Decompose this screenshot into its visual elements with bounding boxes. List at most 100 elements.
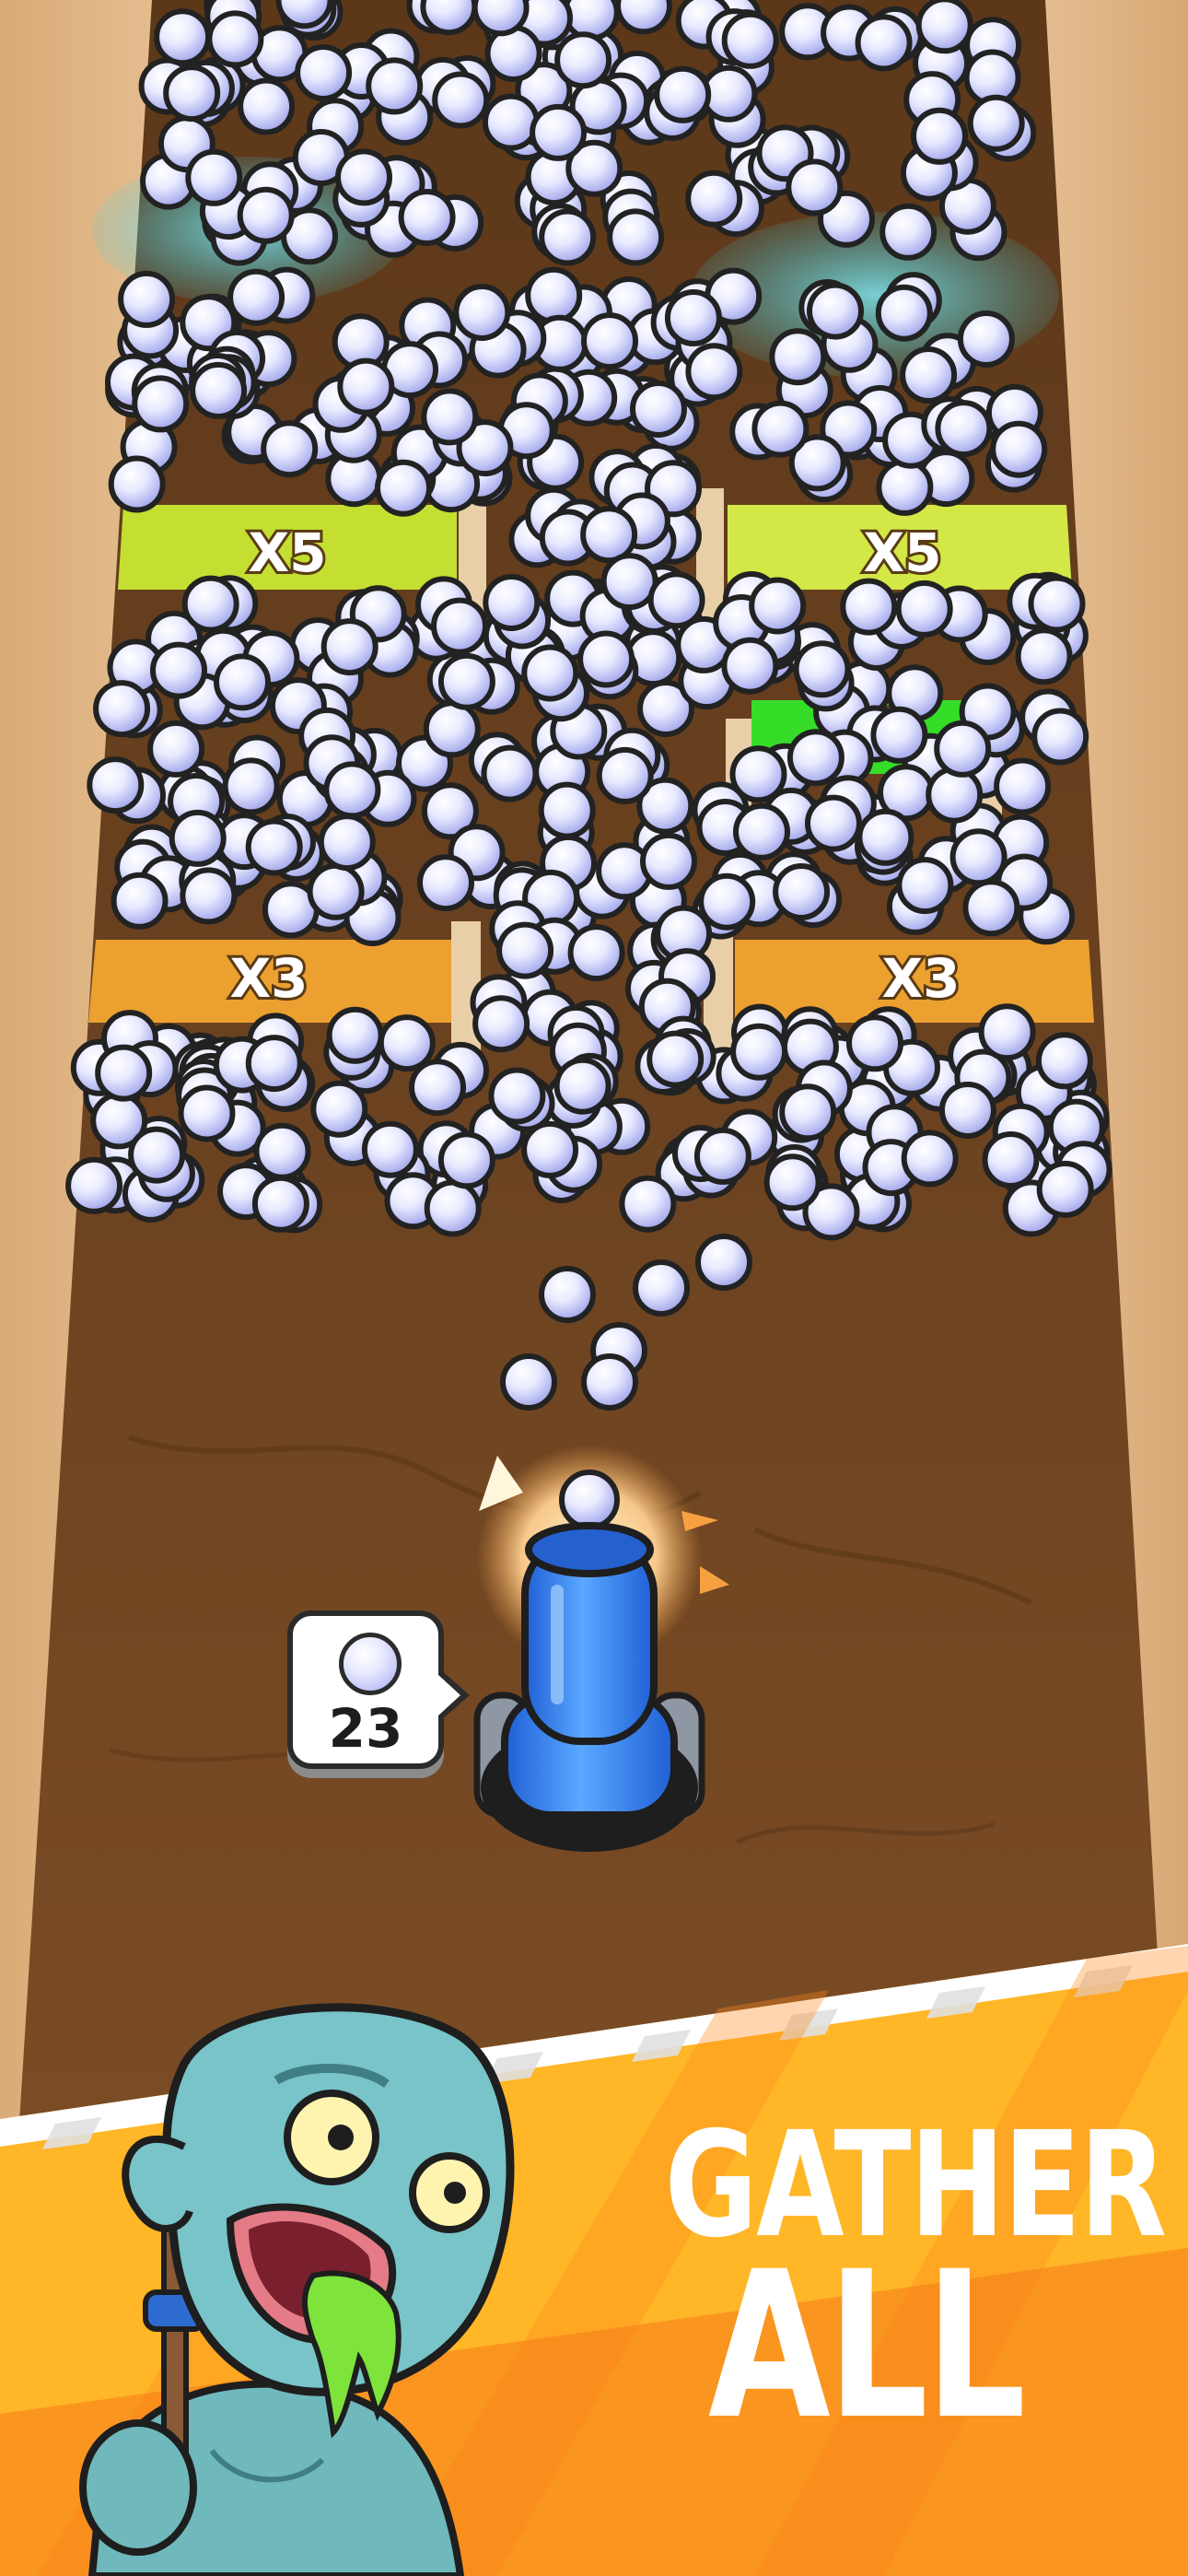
ball bbox=[361, 1120, 419, 1178]
ball-count: 23 bbox=[328, 1697, 403, 1760]
ball bbox=[245, 818, 303, 876]
ball bbox=[600, 553, 658, 611]
ball bbox=[261, 420, 319, 478]
ball bbox=[472, 995, 530, 1053]
ball bbox=[128, 1126, 186, 1184]
ball bbox=[424, 1179, 482, 1237]
ball bbox=[1028, 575, 1086, 633]
ball bbox=[111, 872, 169, 930]
ball bbox=[409, 1059, 466, 1117]
ball bbox=[431, 597, 488, 655]
ball bbox=[896, 857, 954, 915]
promo-headline: GATHER ALL bbox=[665, 2113, 1167, 2465]
ball bbox=[685, 343, 743, 401]
ball bbox=[482, 93, 540, 151]
ball bbox=[118, 270, 176, 328]
svg-text:X5: X5 bbox=[863, 521, 941, 584]
ball bbox=[1036, 1160, 1094, 1218]
gate-x3-right: X3 bbox=[735, 940, 1094, 1023]
ball-icon bbox=[339, 1633, 402, 1695]
ball bbox=[238, 77, 296, 135]
ball bbox=[95, 1044, 153, 1102]
ball bbox=[554, 31, 612, 89]
ball bbox=[553, 1057, 611, 1115]
ball bbox=[856, 808, 914, 866]
gate-x3-left: X3 bbox=[88, 940, 451, 1023]
ball bbox=[320, 618, 379, 676]
ball bbox=[721, 637, 779, 695]
ball bbox=[65, 1156, 123, 1214]
gate-x5-left: X5 bbox=[118, 505, 457, 590]
ball bbox=[935, 400, 993, 458]
ball bbox=[934, 720, 992, 778]
ball bbox=[378, 1014, 436, 1072]
gate-x5-right: X5 bbox=[728, 505, 1072, 590]
ball bbox=[793, 640, 851, 698]
ball bbox=[805, 794, 862, 852]
ball bbox=[619, 1175, 677, 1233]
ball bbox=[496, 921, 554, 979]
ball bbox=[901, 1130, 959, 1188]
ball bbox=[472, 0, 530, 37]
ball bbox=[562, 0, 620, 41]
ball bbox=[417, 854, 474, 912]
ball bbox=[990, 420, 1048, 478]
ball bbox=[337, 357, 395, 416]
ball bbox=[483, 574, 541, 631]
ball bbox=[967, 94, 1025, 152]
ball bbox=[581, 312, 638, 370]
ball bbox=[185, 148, 243, 206]
ball bbox=[169, 809, 227, 867]
svg-text:X3: X3 bbox=[229, 947, 308, 1010]
ball bbox=[323, 761, 381, 819]
ball bbox=[749, 577, 807, 635]
ball bbox=[178, 1084, 236, 1142]
ball bbox=[251, 1175, 309, 1233]
ball bbox=[525, 266, 583, 324]
ball bbox=[580, 506, 638, 564]
ball bbox=[539, 208, 597, 266]
ball bbox=[769, 328, 827, 386]
ball bbox=[846, 1014, 903, 1072]
ball bbox=[577, 630, 635, 688]
ball bbox=[1015, 627, 1073, 685]
ball bbox=[375, 459, 432, 517]
ball bbox=[698, 872, 756, 931]
ball bbox=[530, 103, 588, 161]
ball bbox=[607, 208, 665, 266]
ball bbox=[630, 381, 687, 438]
ball bbox=[962, 879, 1020, 937]
ball bbox=[1031, 708, 1089, 766]
ball bbox=[521, 644, 579, 702]
ball bbox=[423, 700, 481, 758]
ball bbox=[786, 158, 844, 217]
ball-counter: 23 bbox=[287, 1610, 470, 1769]
ball bbox=[521, 1120, 579, 1178]
ball bbox=[132, 375, 190, 433]
ball bbox=[481, 744, 539, 802]
ball bbox=[949, 828, 1007, 886]
ball bbox=[664, 289, 722, 346]
ball bbox=[214, 653, 271, 711]
svg-text:X5: X5 bbox=[248, 521, 326, 584]
ball bbox=[307, 862, 365, 920]
ball bbox=[730, 1023, 788, 1081]
ball bbox=[978, 1003, 1036, 1061]
ball bbox=[326, 1006, 384, 1064]
ball bbox=[773, 863, 831, 920]
ball bbox=[685, 170, 743, 228]
ball bbox=[87, 756, 145, 814]
ball bbox=[693, 1127, 751, 1185]
ball bbox=[654, 65, 712, 123]
ball bbox=[870, 706, 928, 764]
ball bbox=[855, 14, 913, 72]
promo-line-all: ALL bbox=[707, 2228, 1026, 2465]
ball bbox=[994, 757, 1052, 815]
ball bbox=[453, 284, 511, 341]
ball bbox=[222, 757, 280, 815]
ball bbox=[982, 1131, 1040, 1188]
ball bbox=[895, 580, 953, 638]
ball bbox=[163, 64, 221, 123]
ball bbox=[840, 578, 898, 636]
ball bbox=[318, 814, 376, 872]
